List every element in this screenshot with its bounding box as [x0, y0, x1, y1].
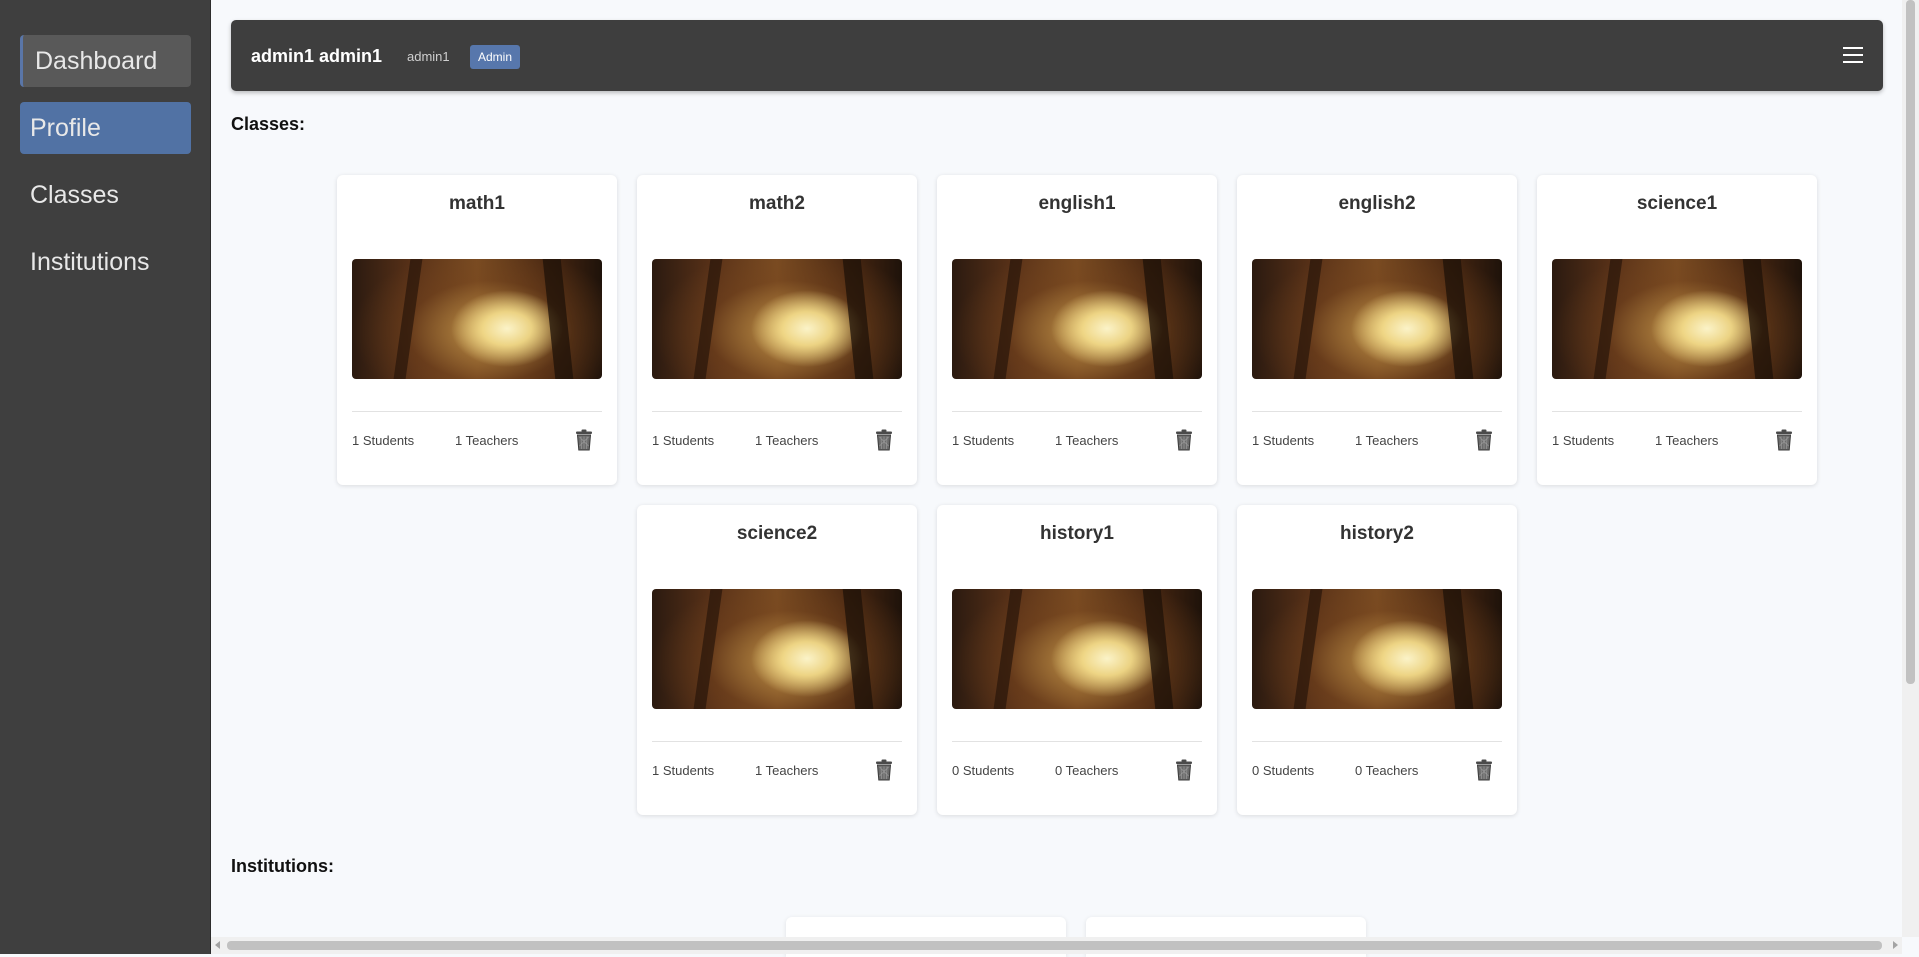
sidebar-item-institutions[interactable]: Institutions [20, 236, 191, 288]
class-card-image [1252, 259, 1502, 379]
teacher-count: 0 Teachers [1355, 763, 1419, 778]
trash-icon[interactable] [875, 759, 893, 781]
student-count: 0 Students [952, 763, 1015, 778]
class-card[interactable]: math2 1 Students 1 Teachers [637, 175, 917, 485]
divider [1252, 741, 1502, 742]
divider [952, 411, 1202, 412]
trash-icon[interactable] [1475, 759, 1493, 781]
divider [352, 411, 602, 412]
class-card[interactable]: english2 1 Students 1 Teachers [1237, 175, 1517, 485]
trash-icon[interactable] [575, 429, 593, 451]
student-count: 0 Students [1252, 763, 1315, 778]
student-count: 1 Students [1252, 433, 1315, 448]
teacher-count: 1 Teachers [455, 433, 519, 448]
class-card-image [952, 259, 1202, 379]
horizontal-scrollbar[interactable] [211, 937, 1902, 954]
teacher-count: 1 Teachers [1655, 433, 1719, 448]
class-card[interactable]: history1 0 Students 0 Teachers [937, 505, 1217, 815]
teacher-count: 1 Teachers [755, 763, 819, 778]
role-badge: Admin [470, 45, 521, 69]
scroll-right-icon[interactable] [1893, 941, 1898, 949]
student-count: 1 Students [652, 763, 715, 778]
class-card[interactable]: math1 1 Students 1 Teachers [337, 175, 617, 485]
sidebar-item-profile[interactable]: Profile [20, 102, 191, 154]
divider [652, 411, 902, 412]
class-card-image [1552, 259, 1802, 379]
class-card[interactable]: science1 1 Students 1 Teachers [1537, 175, 1817, 485]
hamburger-icon[interactable] [1843, 47, 1863, 63]
student-count: 1 Students [352, 433, 415, 448]
teacher-count: 1 Teachers [1355, 433, 1419, 448]
trash-icon[interactable] [875, 429, 893, 451]
header-bar: admin1 admin1 admin1 Admin [231, 20, 1883, 91]
vertical-scroll-thumb[interactable] [1906, 0, 1915, 684]
trash-icon[interactable] [1475, 429, 1493, 451]
student-count: 1 Students [652, 433, 715, 448]
teacher-count: 1 Teachers [1055, 433, 1119, 448]
sidebar-item-dashboard[interactable]: Dashboard [20, 35, 191, 87]
class-card-image [352, 259, 602, 379]
vertical-scrollbar[interactable] [1902, 0, 1919, 937]
trash-icon[interactable] [1175, 759, 1193, 781]
class-card-title: math2 [749, 193, 805, 214]
teacher-count: 1 Teachers [755, 433, 819, 448]
trash-icon[interactable] [1175, 429, 1193, 451]
divider [952, 741, 1202, 742]
sidebar-item-classes[interactable]: Classes [20, 169, 191, 221]
sidebar: Dashboard Profile Classes Institutions [0, 0, 211, 954]
class-card-title: history2 [1340, 523, 1414, 544]
institutions-heading: Institutions: [231, 856, 334, 876]
divider [1552, 411, 1802, 412]
user-full-name: admin1 admin1 [251, 46, 383, 66]
class-card-title: history1 [1040, 523, 1114, 544]
divider [652, 741, 902, 742]
username: admin1 [407, 49, 450, 64]
student-count: 1 Students [1552, 433, 1615, 448]
class-card-image [652, 589, 902, 709]
class-card-title: science2 [736, 523, 818, 544]
class-card-title: science1 [1636, 193, 1718, 214]
divider [1252, 411, 1502, 412]
class-card-image [952, 589, 1202, 709]
student-count: 1 Students [952, 433, 1015, 448]
trash-icon[interactable] [1775, 429, 1793, 451]
teacher-count: 0 Teachers [1055, 763, 1119, 778]
scroll-left-icon[interactable] [215, 941, 220, 949]
horizontal-scroll-thumb[interactable] [227, 941, 1882, 950]
class-card[interactable]: history2 0 Students 0 Teachers [1237, 505, 1517, 815]
class-card-title: english1 [1038, 193, 1116, 214]
class-card-title: english2 [1338, 193, 1416, 214]
classes-heading: Classes: [231, 114, 306, 134]
class-card[interactable]: english1 1 Students 1 Teachers [937, 175, 1217, 485]
class-card[interactable]: science2 1 Students 1 Teachers [637, 505, 917, 815]
class-card-image [652, 259, 902, 379]
class-card-title: math1 [449, 193, 505, 214]
class-card-image [1252, 589, 1502, 709]
